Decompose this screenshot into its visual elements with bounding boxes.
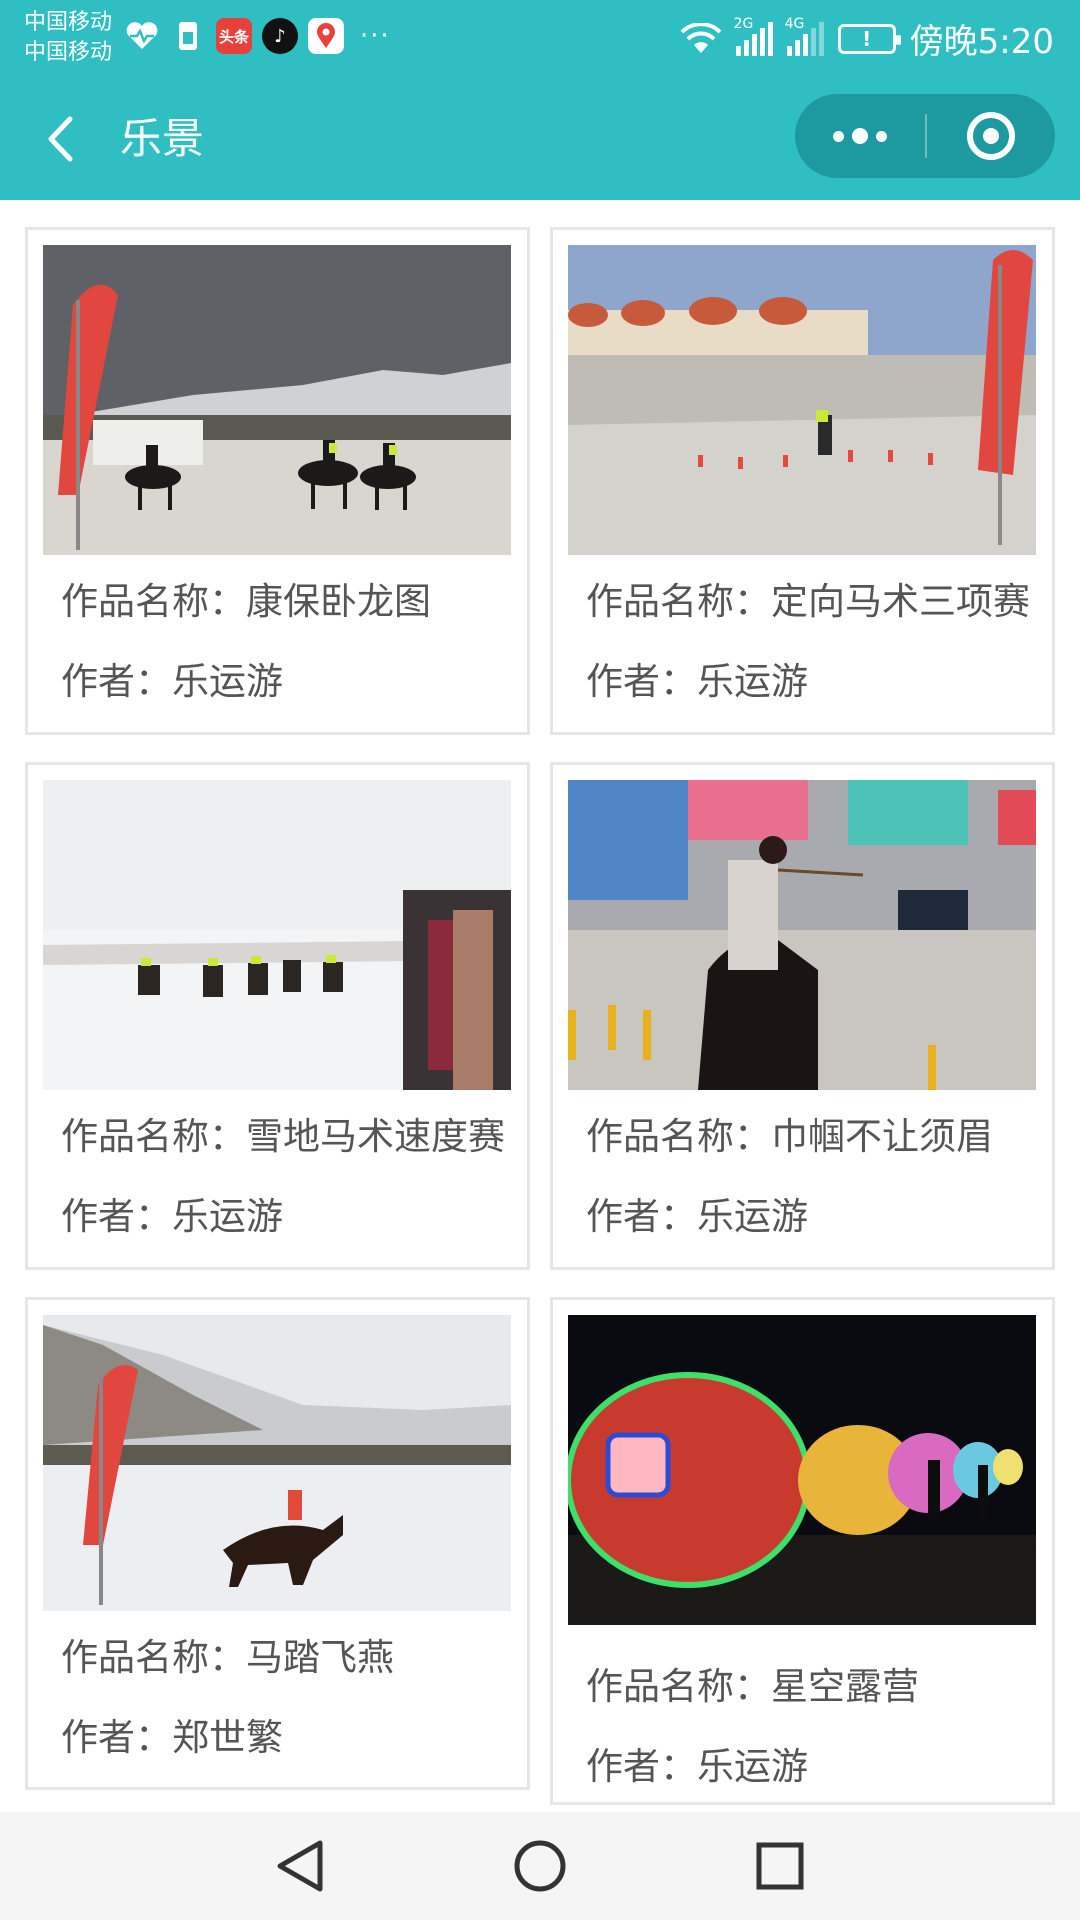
- work-title: 作品名称：雪地马术速度赛: [61, 1115, 505, 1158]
- map-pin-icon: [308, 18, 344, 54]
- system-home-button[interactable]: [508, 1834, 572, 1898]
- more-button[interactable]: [795, 94, 925, 178]
- triangle-back-icon: [277, 1840, 323, 1892]
- network-type-2: 4G: [784, 15, 805, 32]
- work-card[interactable]: 作品名称：星空露营 作者：乐运游: [550, 1297, 1055, 1805]
- more-dot-icon: [833, 130, 844, 142]
- work-photo: [568, 780, 1036, 1090]
- work-author: 作者：乐运游: [61, 660, 283, 703]
- work-card[interactable]: 作品名称：巾帼不让须眉 作者：乐运游: [550, 762, 1055, 1270]
- work-author: 作者：乐运游: [61, 1195, 283, 1238]
- carrier-1: 中国移动: [24, 10, 113, 35]
- work-photo: [568, 245, 1036, 555]
- signal-2-icon: 4G: [785, 16, 824, 56]
- work-card[interactable]: 作品名称：康保卧龙图 作者：乐运游: [25, 227, 530, 735]
- work-card[interactable]: 作品名称：定向马术三项赛 作者：乐运游: [550, 227, 1055, 735]
- signal-1-icon: 2G: [734, 16, 773, 56]
- work-title: 作品名称：定向马术三项赛: [586, 580, 1030, 623]
- nav-bar: 乐景: [0, 78, 1080, 200]
- page-title: 乐景: [120, 114, 205, 163]
- tiktok-icon: ♪: [262, 18, 298, 54]
- network-type-1: 2G: [733, 15, 754, 32]
- toutiao-icon-label: 头条: [218, 27, 249, 46]
- more-notifications: ···: [360, 21, 391, 51]
- work-title: 作品名称：康保卧龙图: [61, 580, 431, 623]
- target-icon: [967, 112, 1015, 160]
- more-dot-icon: [876, 130, 887, 142]
- system-recents-button[interactable]: [748, 1834, 812, 1898]
- carrier-2: 中国移动: [24, 40, 113, 65]
- work-title: 作品名称：星空露营: [586, 1665, 919, 1708]
- notification-icons: 头条 ♪ ···: [124, 18, 391, 54]
- work-author: 作者：乐运游: [586, 660, 808, 703]
- tiktok-icon-label: ♪: [274, 25, 286, 47]
- clock: 傍晚5:20: [909, 22, 1054, 62]
- work-card[interactable]: 作品名称：雪地马术速度赛 作者：乐运游: [25, 762, 530, 1270]
- work-author: 作者：郑世繁: [61, 1716, 283, 1759]
- chevron-left-icon: [48, 116, 73, 162]
- system-nav-bar: [0, 1812, 1080, 1920]
- circle-home-icon: [514, 1840, 566, 1892]
- close-miniprogram-button[interactable]: [927, 94, 1055, 178]
- heart-rate-icon: [124, 18, 160, 54]
- sim-card-icon: [170, 18, 206, 54]
- work-title: 作品名称：马踏飞燕: [61, 1636, 394, 1679]
- carrier-labels: 中国移动 中国移动: [24, 8, 112, 68]
- work-author: 作者：乐运游: [586, 1745, 808, 1788]
- work-photo: [568, 1315, 1036, 1625]
- battery-icon: !: [837, 23, 901, 54]
- work-photo: [43, 780, 511, 1090]
- square-recents-icon: [756, 1842, 804, 1890]
- work-photo: [43, 245, 511, 555]
- wifi-icon: [680, 22, 722, 53]
- more-dot-icon: [852, 128, 868, 144]
- back-button[interactable]: [40, 112, 80, 166]
- battery-alert: !: [862, 26, 872, 51]
- status-right: 2G 4G ! 傍晚5:20: [680, 14, 1054, 63]
- miniprogram-capsule: [795, 94, 1055, 178]
- works-grid: 作品名称：康保卧龙图 作者：乐运游 作品名称：定向马术三项赛 作者：乐运游 作品…: [0, 200, 1080, 1812]
- system-back-button[interactable]: [268, 1834, 332, 1898]
- status-bar: 中国移动 中国移动 头条 ♪ ··· 2G 4G ! 傍晚5:20: [0, 0, 1080, 78]
- work-author: 作者：乐运游: [586, 1195, 808, 1238]
- work-card[interactable]: 作品名称：马踏飞燕 作者：郑世繁: [25, 1297, 530, 1790]
- work-title: 作品名称：巾帼不让须眉: [586, 1115, 993, 1158]
- work-photo: [43, 1315, 511, 1611]
- toutiao-icon: 头条: [216, 18, 252, 54]
